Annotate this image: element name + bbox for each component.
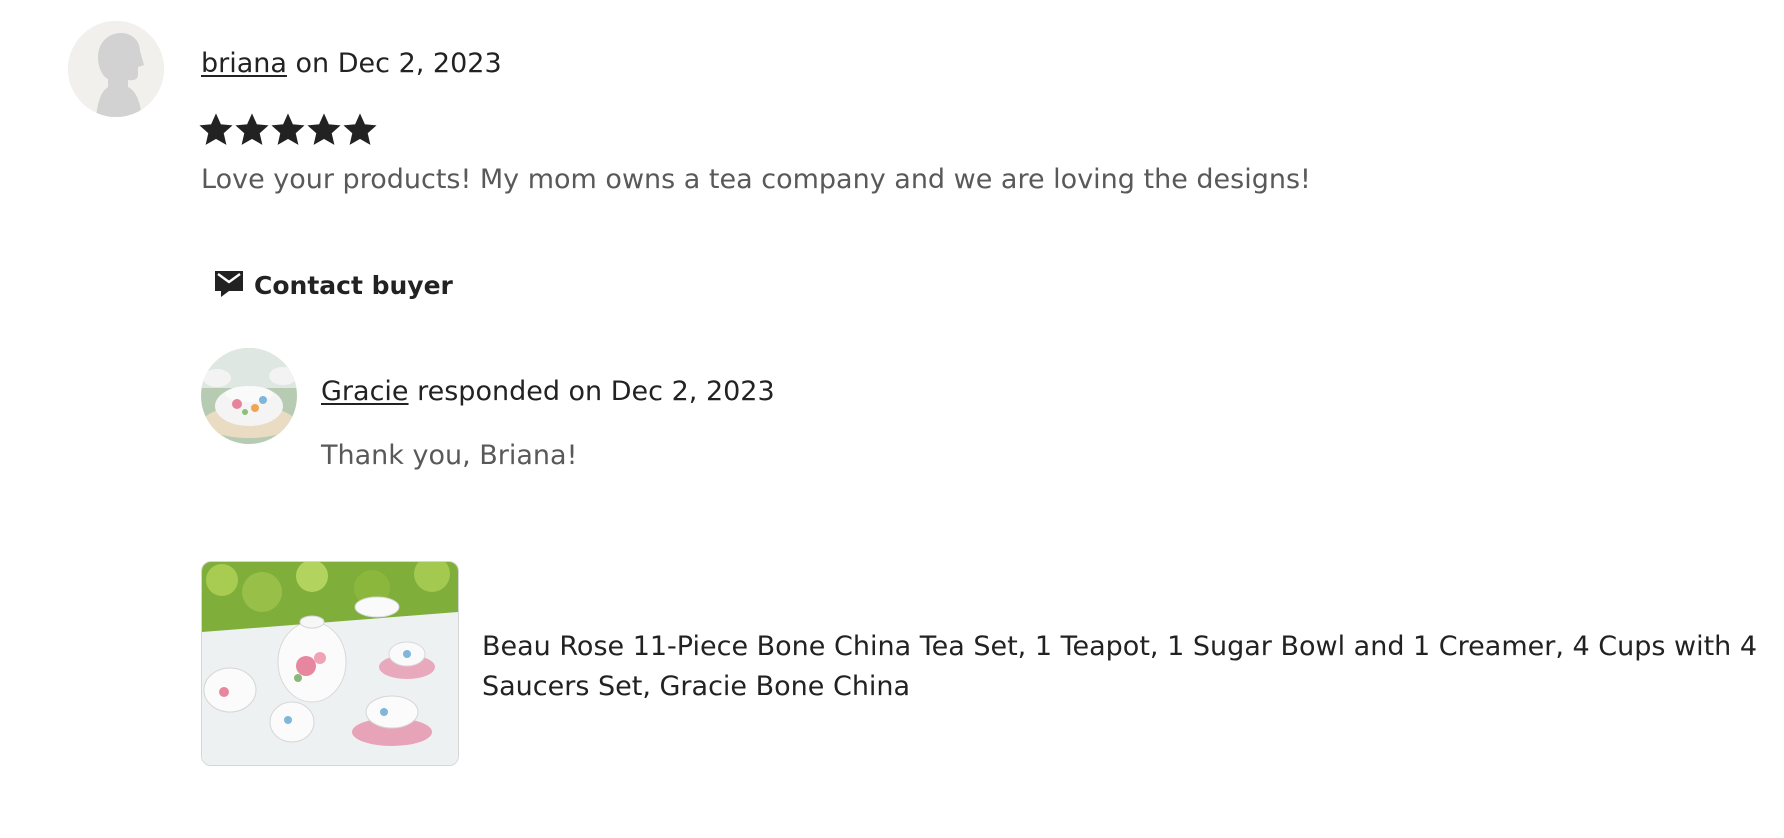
reviewer-avatar bbox=[68, 21, 164, 117]
response-text: Thank you, Briana! bbox=[321, 440, 578, 471]
contact-buyer-label: Contact buyer bbox=[254, 270, 453, 300]
review-text: Love your products! My mom owns a tea co… bbox=[201, 164, 1311, 195]
listing-thumbnail[interactable] bbox=[201, 561, 459, 766]
response-date: Dec 2, 2023 bbox=[610, 376, 775, 407]
star-icon bbox=[343, 113, 377, 147]
reviewer-line: briana on Dec 2, 2023 bbox=[201, 44, 502, 84]
star-icon bbox=[199, 113, 233, 147]
review-card: briana on Dec 2, 2023 Love your products… bbox=[0, 0, 1784, 838]
review-date-prefix: on bbox=[286, 48, 338, 79]
default-user-icon bbox=[68, 21, 164, 117]
seller-avatar bbox=[201, 348, 297, 444]
review-date: Dec 2, 2023 bbox=[337, 48, 502, 79]
responded-prefix: responded on bbox=[408, 376, 611, 407]
star-rating bbox=[199, 113, 377, 147]
seller-name-link[interactable]: Gracie bbox=[321, 376, 409, 407]
contact-buyer-button[interactable]: Contact buyer bbox=[214, 268, 453, 302]
envelope-icon bbox=[214, 268, 244, 302]
star-icon bbox=[235, 113, 269, 147]
tea-set-image bbox=[202, 562, 458, 765]
response-line: Gracie responded on Dec 2, 2023 bbox=[321, 372, 775, 412]
listing-title-link[interactable]: Beau Rose 11-Piece Bone China Tea Set, 1… bbox=[482, 627, 1762, 707]
star-icon bbox=[271, 113, 305, 147]
reviewer-name-link[interactable]: briana bbox=[201, 48, 287, 79]
star-icon bbox=[307, 113, 341, 147]
